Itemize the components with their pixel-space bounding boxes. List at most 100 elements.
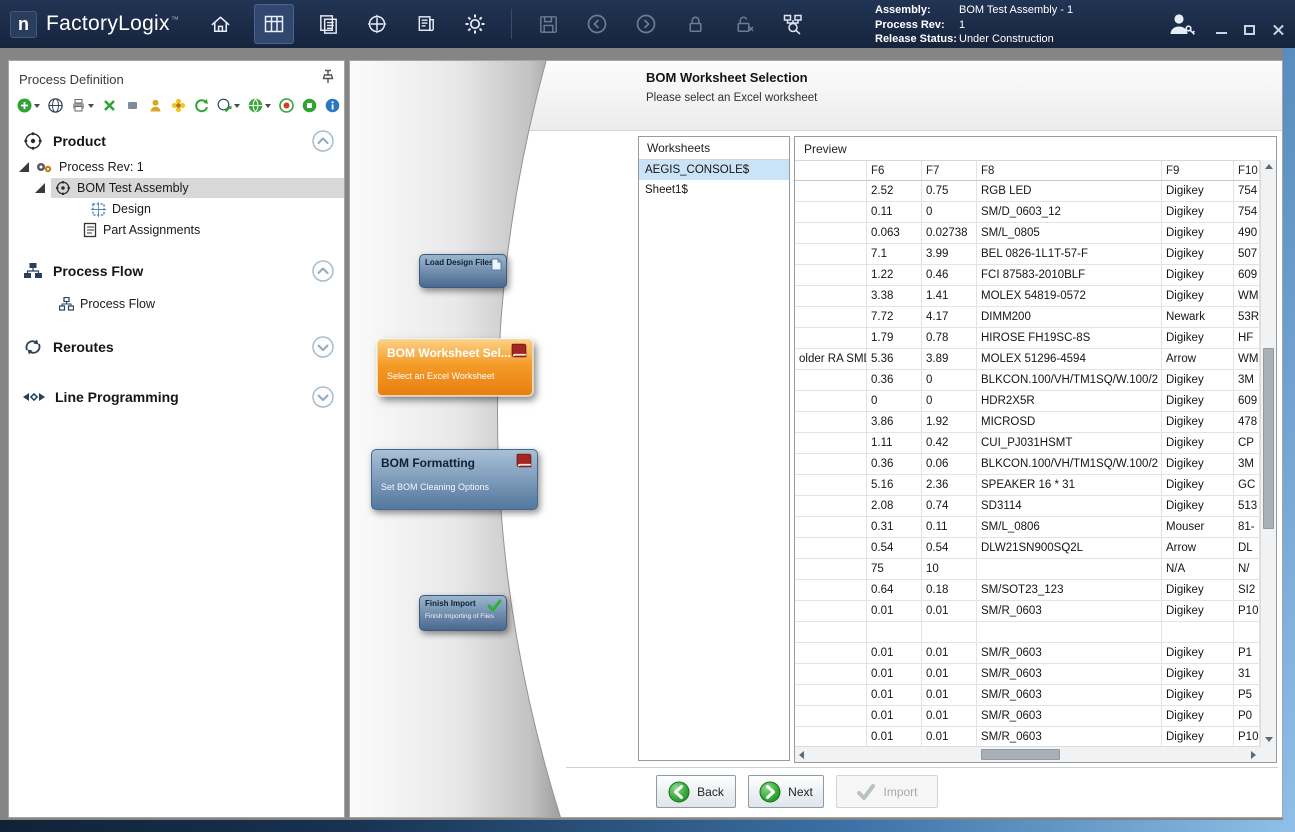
unlock-icon[interactable] — [729, 9, 759, 39]
preview-table-row[interactable]: 7.724.17DIMM200Newark53R — [795, 307, 1260, 328]
pin-icon[interactable] — [322, 69, 334, 89]
sidebar-section-product[interactable]: Product — [9, 126, 344, 156]
settings-gear-icon[interactable] — [460, 9, 490, 39]
worksheet-item[interactable]: Sheet1$ — [639, 180, 789, 200]
user-key-icon[interactable] — [1166, 9, 1196, 44]
preview-table-cell: 5.36 — [867, 349, 922, 370]
preview-table-cell: P0 — [1234, 706, 1260, 727]
import-button[interactable]: Import — [836, 775, 938, 808]
preview-table-row[interactable]: 0.010.01SM/R_0603DigikeyP5 — [795, 685, 1260, 706]
preview-table-row[interactable]: 0.010.01SM/R_0603DigikeyP10 — [795, 727, 1260, 746]
step-finish-import[interactable]: Finish Import Finish Importing of Files — [419, 595, 507, 631]
horizontal-scrollbar[interactable] — [795, 746, 1260, 762]
tree-item-part-assignments[interactable]: Part Assignments — [9, 220, 344, 240]
preview-table-row[interactable]: 0.360BLKCON.100/VH/TM1SQ/W.100/2Digikey3… — [795, 370, 1260, 391]
tag-icon[interactable] — [125, 98, 140, 113]
preview-column-header[interactable]: F7 — [922, 161, 977, 181]
preview-column-header[interactable]: F8 — [977, 161, 1162, 181]
forward-circle-icon[interactable] — [631, 9, 661, 39]
preview-table-row[interactable]: 0.640.18SM/SOT23_123DigikeySI2 — [795, 580, 1260, 601]
preview-table-row[interactable]: 2.080.74SD3114Digikey513 — [795, 496, 1260, 517]
preview-table-cell: Digikey — [1162, 580, 1234, 601]
preview-column-header[interactable]: F10 — [1234, 161, 1260, 181]
step-bom-formatting[interactable]: BOM Formatting Set BOM Cleaning Options — [371, 449, 538, 510]
preview-table-row[interactable]: 3.381.41MOLEX 54819-0572DigikeyWM — [795, 286, 1260, 307]
maximize-button[interactable] — [1244, 25, 1255, 35]
navigate-icon[interactable] — [362, 9, 392, 39]
sidebar-section-process-flow[interactable]: Process Flow — [9, 256, 344, 286]
worksheet-item[interactable]: AEGIS_CONSOLE$ — [639, 160, 789, 180]
home-icon[interactable] — [205, 9, 235, 39]
preview-table-row[interactable]: 0.110SM/D_0603_12Digikey754 — [795, 202, 1260, 223]
preview-table-row[interactable]: 0.360.06BLKCON.100/VH/TM1SQ/W.100/2Digik… — [795, 454, 1260, 475]
back-circle-icon[interactable] — [582, 9, 612, 39]
sidebar-section-reroutes[interactable]: Reroutes — [9, 332, 344, 362]
scroll-left-icon[interactable] — [799, 751, 804, 759]
preview-table-row[interactable]: 5.162.36SPEAKER 16 * 31DigikeyGC — [795, 475, 1260, 496]
delete-button[interactable] — [102, 98, 117, 113]
preview-table-row[interactable]: 0.540.54DLW21SN900SQ2LArrowDL — [795, 538, 1260, 559]
lock-icon[interactable] — [680, 9, 710, 39]
tree-item-assembly[interactable]: BOM Test Assembly — [9, 178, 344, 198]
product-icon — [23, 131, 43, 151]
minimize-button[interactable] — [1216, 32, 1227, 34]
preview-table-row[interactable]: 0.010.01SM/R_0603Digikey31 — [795, 664, 1260, 685]
step-bom-worksheet-selection[interactable]: BOM Worksheet Sel... Select an Excel Wor… — [377, 339, 533, 396]
preview-column-header[interactable]: F6 — [867, 161, 922, 181]
preview-table-row[interactable]: 1.110.42CUI_PJ031HSMTDigikeyCP — [795, 433, 1260, 454]
back-button[interactable]: Back — [656, 775, 736, 808]
collapse-down-icon[interactable] — [312, 336, 334, 358]
web-publish-button[interactable] — [248, 98, 271, 113]
add-button[interactable] — [17, 98, 40, 113]
preview-table-row[interactable]: 0.0630.02738SM/L_0805Digikey490 — [795, 223, 1260, 244]
user-gold-icon[interactable] — [148, 98, 163, 113]
preview-table-row[interactable]: 0.010.01SM/R_0603DigikeyP1 — [795, 643, 1260, 664]
scroll-right-icon[interactable] — [1251, 751, 1256, 759]
tree-item-design[interactable]: Design — [9, 199, 344, 219]
preview-table-row[interactable]: older RA SMD5.363.89MOLEX 51296-4594Arro… — [795, 349, 1260, 370]
vertical-scrollbar-thumb[interactable] — [1263, 348, 1274, 530]
export-globe-button[interactable] — [217, 98, 240, 113]
preview-column-header[interactable] — [795, 161, 867, 181]
scroll-down-icon[interactable] — [1265, 737, 1273, 742]
vertical-scrollbar[interactable] — [1260, 160, 1276, 746]
next-button[interactable]: Next — [748, 775, 824, 808]
process-search-icon[interactable] — [778, 9, 808, 39]
preview-table-row[interactable]: 7510N/AN/ — [795, 559, 1260, 580]
help-icon[interactable] — [325, 98, 340, 113]
record-icon[interactable] — [279, 98, 294, 113]
refresh-button[interactable] — [194, 98, 209, 113]
preview-table-row[interactable]: 00HDR2X5RDigikey609 — [795, 391, 1260, 412]
print-button[interactable] — [71, 98, 94, 113]
collapse-up-icon[interactable] — [312, 260, 334, 282]
expander-icon[interactable] — [35, 183, 45, 193]
preview-table-row[interactable]: 1.790.78HIROSE FH19SC-8SDigikeyHF — [795, 328, 1260, 349]
preview-table-row[interactable]: 2.520.75RGB LEDDigikey754 — [795, 181, 1260, 202]
collapse-down-icon[interactable] — [312, 386, 334, 408]
materials-icon[interactable] — [313, 9, 343, 39]
preview-column-header[interactable]: F9 — [1162, 161, 1234, 181]
tree-item-process-rev[interactable]: Process Rev: 1 — [9, 157, 344, 177]
scroll-up-icon[interactable] — [1265, 164, 1273, 169]
preview-table-row[interactable]: 1.220.46FCI 87583-2010BLFDigikey609 — [795, 265, 1260, 286]
collapse-up-icon[interactable] — [312, 130, 334, 152]
stop-icon[interactable] — [302, 98, 317, 113]
sidebar-section-line-programming[interactable]: Line Programming — [9, 382, 344, 412]
expander-icon[interactable] — [19, 162, 29, 172]
horizontal-scrollbar-thumb[interactable] — [981, 749, 1060, 760]
explore-globe-icon[interactable] — [48, 98, 63, 113]
preview-table-row[interactable]: 0.310.11SM/L_0806Mouser81- — [795, 517, 1260, 538]
documents-icon[interactable] — [411, 9, 441, 39]
process-definition-icon[interactable] — [254, 4, 294, 44]
tree-item-process-flow[interactable]: Process Flow — [9, 294, 344, 314]
preview-table-row[interactable]: 3.861.92MICROSDDigikey478 — [795, 412, 1260, 433]
close-button[interactable] — [1272, 23, 1285, 36]
preview-table-row[interactable]: 7.13.99BEL 0826-1L1T-57-FDigikey507 — [795, 244, 1260, 265]
preview-table-row[interactable]: 0.010.01SM/R_0603DigikeyP10 — [795, 601, 1260, 622]
save-icon[interactable] — [533, 9, 563, 39]
preview-table-row[interactable] — [795, 622, 1260, 643]
step-load-design-files[interactable]: Load Design Files — [419, 254, 507, 288]
flower-icon[interactable] — [171, 98, 186, 113]
preview-table-row[interactable]: 0.010.01SM/R_0603DigikeyP0 — [795, 706, 1260, 727]
preview-table-cell: GC — [1234, 475, 1260, 496]
